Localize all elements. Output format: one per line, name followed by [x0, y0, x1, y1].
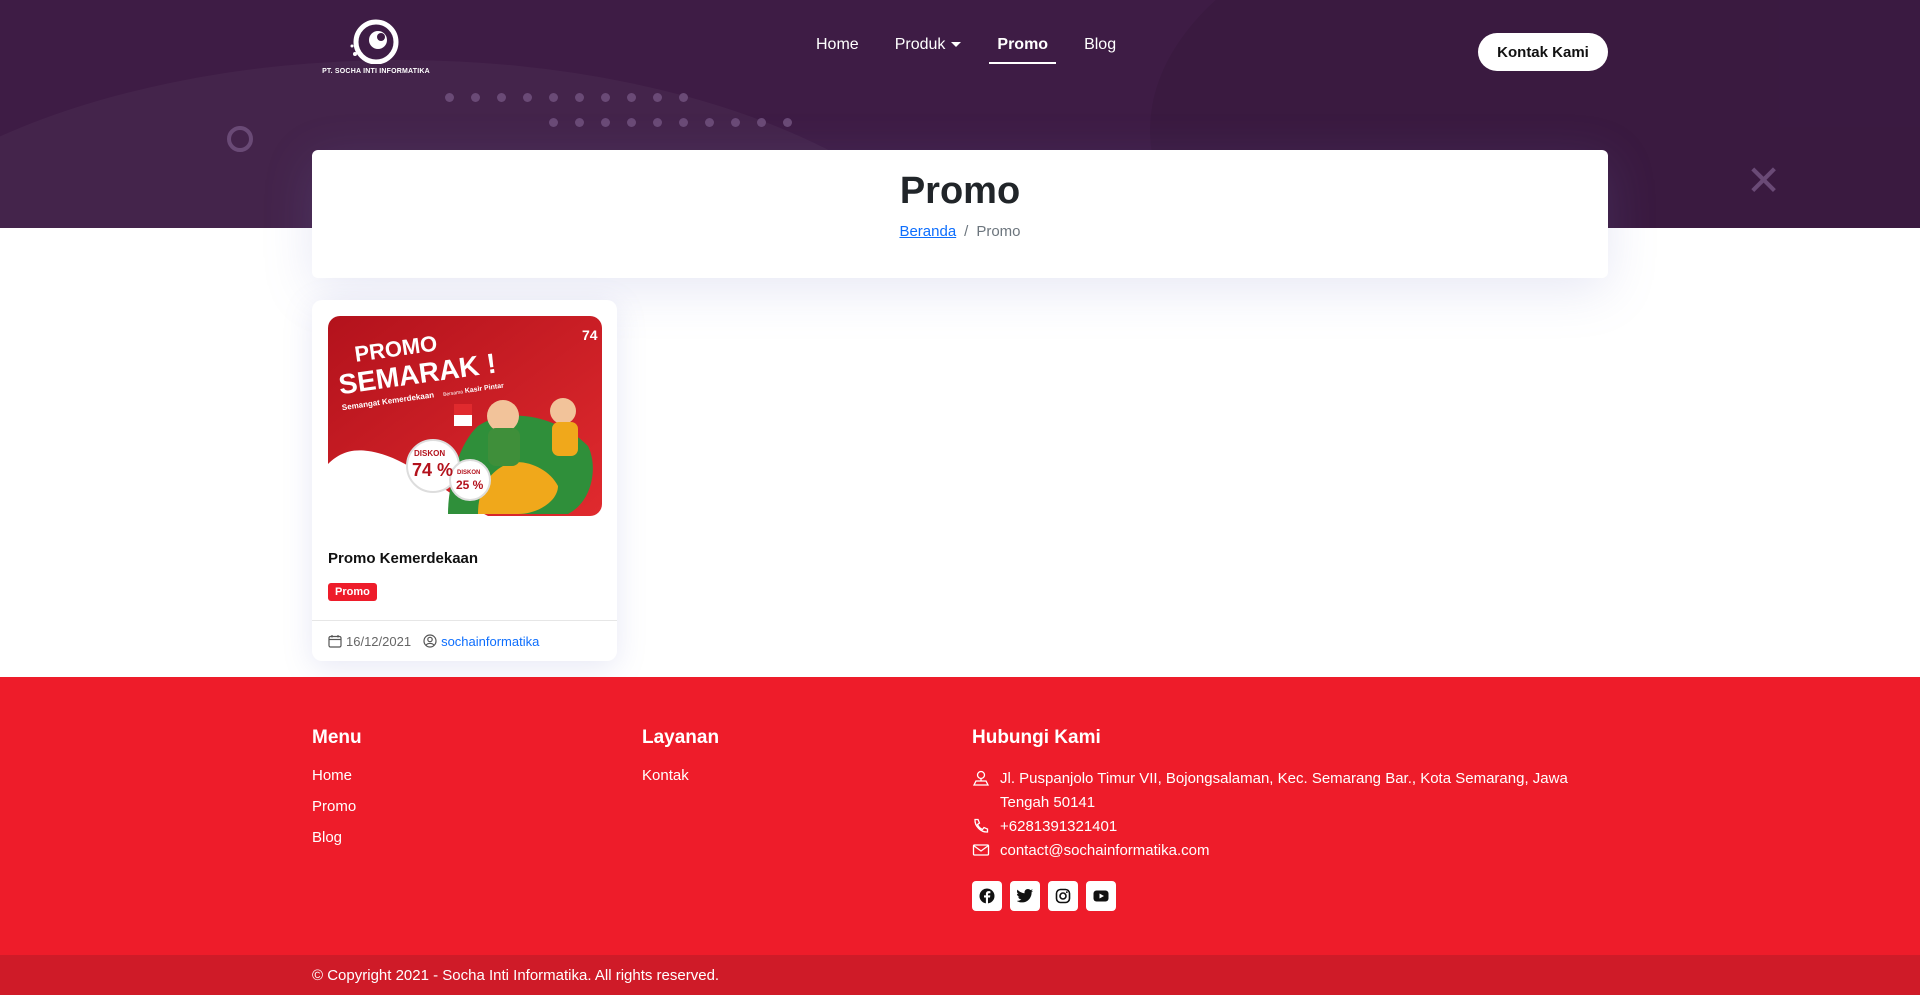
post-date-text: 16/12/2021: [346, 633, 412, 649]
logo-text: PT. SOCHA INTI INFORMATIKA: [322, 68, 430, 75]
banner-discount-label-1: DISKON: [414, 449, 445, 458]
footer-link-promo[interactable]: Promo: [312, 798, 362, 815]
breadcrumb-home-link[interactable]: Beranda: [899, 223, 956, 240]
breadcrumb-separator: /: [964, 223, 969, 240]
twitter-icon[interactable]: [1010, 881, 1040, 911]
post-author[interactable]: sochainformatika: [423, 634, 539, 649]
promo-card-title[interactable]: Promo Kemerdekaan: [328, 550, 478, 567]
promo-card-meta: 16/12/2021 sochainformatika: [312, 620, 617, 661]
page-title: Promo: [899, 170, 1021, 212]
footer-link-blog[interactable]: Blog: [312, 829, 362, 846]
envelope-icon: [972, 844, 990, 856]
banner-discount-label-2: DISKON: [457, 470, 480, 476]
contact-phone: +6281391321401: [972, 815, 1608, 839]
page-header-card: Promo Beranda / Promo: [312, 150, 1608, 278]
banner-corner-number: 74: [582, 327, 598, 343]
logo-eye-icon: [350, 19, 399, 64]
copyright-bar: © Copyright 2021 - Socha Inti Informatik…: [0, 955, 1920, 995]
footer-services-heading: Layanan: [642, 727, 720, 748]
contact-email-text[interactable]: contact@sochainformatika.com: [1000, 839, 1209, 863]
nav-item-home[interactable]: Home: [816, 36, 859, 62]
instagram-icon[interactable]: [1048, 881, 1078, 911]
user-circle-icon: [423, 634, 437, 648]
contact-address-text: Jl. Puspanjolo Timur VII, Bojongsalaman,…: [1000, 770, 1568, 811]
promo-card[interactable]: PROMO SEMARAK ! Semangat Kemerdekaan Ber…: [312, 300, 617, 661]
category-badge[interactable]: Promo: [328, 583, 377, 601]
footer-menu-heading: Menu: [312, 727, 362, 748]
footer-contact-heading: Hubungi Kami: [972, 727, 1101, 748]
contact-address: Jl. Puspanjolo Timur VII, Bojongsalaman,…: [972, 767, 1608, 815]
calendar-icon: [328, 635, 342, 648]
promo-banner-illustration: PROMO SEMARAK ! Semangat Kemerdekaan Ber…: [328, 316, 602, 516]
footer-link-kontak[interactable]: Kontak: [642, 767, 719, 784]
contact-email: contact@sochainformatika.com: [972, 839, 1608, 863]
footer-services-column: Layanan Kontak: [642, 727, 719, 798]
nav-item-produk-label: Produk: [894, 36, 946, 53]
contact-phone-text[interactable]: +6281391321401: [1000, 815, 1117, 839]
phone-icon: [974, 818, 989, 833]
social-links: [972, 881, 1608, 911]
post-author-link[interactable]: sochainformatika: [441, 634, 539, 649]
site-footer: Menu Home Promo Blog Layanan Kontak Hubu…: [0, 677, 1920, 956]
breadcrumb: Beranda / Promo: [312, 223, 1608, 240]
main-nav: Home Produk Promo Blog: [816, 36, 1116, 64]
decor-ring-shape: [227, 126, 253, 152]
footer-contact-column: Hubungi Kami Jl. Puspanjolo Timur VII, B…: [972, 727, 1608, 911]
banner-discount-value-1: 74 %: [412, 460, 453, 480]
youtube-icon[interactable]: [1086, 881, 1116, 911]
breadcrumb-current: Promo: [976, 223, 1021, 240]
footer-link-home[interactable]: Home: [312, 767, 362, 784]
nav-item-blog[interactable]: Blog: [1084, 36, 1116, 62]
brand-logo[interactable]: PT. SOCHA INTI INFORMATIKA: [315, 18, 437, 84]
facebook-icon[interactable]: [972, 881, 1002, 911]
copyright-text: © Copyright 2021 - Socha Inti Informatik…: [312, 966, 720, 984]
nav-item-produk[interactable]: Produk: [895, 36, 962, 62]
footer-menu-column: Menu Home Promo Blog: [312, 727, 362, 860]
promo-card-image[interactable]: PROMO SEMARAK ! Semangat Kemerdekaan Ber…: [328, 316, 602, 516]
decor-x-shape: ✕: [1746, 156, 1782, 205]
contact-cta-button[interactable]: Kontak Kami: [1478, 33, 1608, 71]
nav-item-promo[interactable]: Promo: [989, 36, 1056, 64]
location-pin-icon: [972, 770, 990, 786]
banner-discount-value-2: 25 %: [456, 478, 484, 492]
post-date: 16/12/2021: [328, 634, 411, 649]
chevron-down-icon: [951, 42, 962, 48]
